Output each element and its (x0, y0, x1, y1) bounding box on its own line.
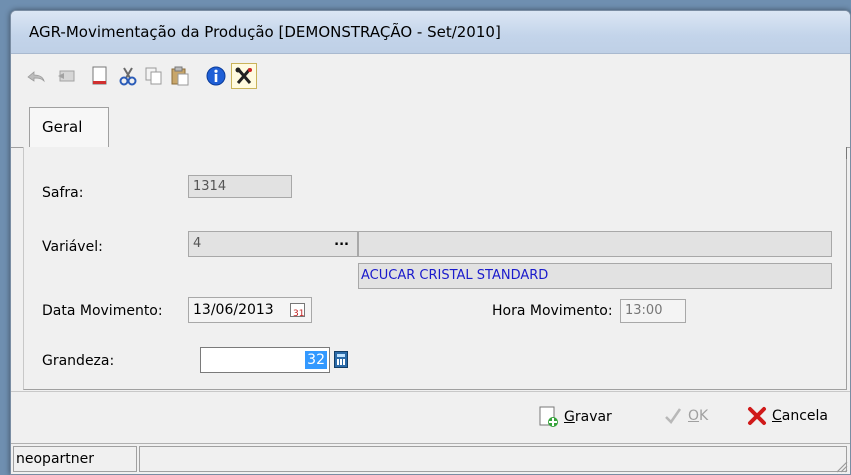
ok-button[interactable]: OK (663, 406, 708, 426)
grandeza-label: Grandeza: (42, 353, 115, 369)
toolbar (11, 55, 850, 99)
variavel-label: Variável: (42, 239, 103, 255)
grandeza-value: 32 (305, 351, 327, 369)
status-user-cell: neopartner (13, 446, 137, 472)
tab-geral[interactable]: Geral (29, 107, 109, 148)
variavel-lookup-button[interactable]: ... (334, 230, 349, 254)
safra-field[interactable]: 1314 (188, 175, 292, 198)
calculator-icon[interactable] (334, 351, 348, 368)
app-window: AGR-Movimentação da Produção [DEMONSTRAÇ… (10, 10, 851, 475)
form-panel: Safra: 1314 Variável: 4 ... ACUCAR CRIST… (23, 147, 847, 390)
variavel-value: 4 (193, 236, 202, 251)
cancela-button[interactable]: Cancela (747, 406, 828, 426)
status-message-cell (139, 446, 847, 472)
cancela-mnemonic: C (772, 408, 782, 424)
ok-label: K (699, 408, 709, 424)
hora-movimento-field[interactable]: 13:00 (620, 299, 686, 323)
variavel-description-top (358, 231, 832, 257)
tab-strip: Geral (11, 107, 850, 148)
new-document-icon[interactable] (89, 65, 111, 87)
tab-geral-label: Geral (42, 118, 83, 136)
cut-icon[interactable] (117, 65, 139, 87)
panel-edge (846, 147, 847, 159)
data-movimento-field[interactable]: 13/06/2013 31 (188, 297, 312, 323)
ok-mnemonic: O (688, 408, 700, 424)
grandeza-field[interactable]: 32 (200, 347, 330, 373)
cancel-x-icon (748, 407, 766, 425)
variavel-field[interactable]: 4 ... (188, 231, 358, 257)
hora-movimento-label: Hora Movimento: (492, 303, 613, 319)
gravar-label: ravar (574, 409, 612, 425)
calendar-icon[interactable]: 31 (290, 303, 305, 319)
status-bar: neopartner (11, 443, 850, 474)
button-bar: Gravar OK Cancela (11, 391, 850, 440)
window-title: AGR-Movimentação da Produção [DEMONSTRAÇ… (29, 23, 501, 41)
variavel-description: ACUCAR CRISTAL STANDARD (358, 263, 832, 289)
cancela-label: ancela (781, 408, 829, 424)
paste-icon[interactable] (169, 65, 191, 87)
save-icon (539, 406, 558, 427)
gravar-button[interactable]: Gravar (539, 406, 612, 428)
data-movimento-label: Data Movimento: (42, 303, 163, 319)
redo-icon[interactable] (55, 65, 77, 87)
check-icon (665, 408, 682, 424)
tools-icon[interactable] (231, 63, 257, 89)
data-movimento-value: 13/06/2013 (193, 302, 274, 318)
copy-icon[interactable] (143, 65, 165, 87)
title-bar[interactable]: AGR-Movimentação da Produção [DEMONSTRAÇ… (11, 11, 850, 54)
safra-label: Safra: (42, 185, 84, 201)
resize-grip-icon[interactable] (834, 459, 848, 473)
info-icon[interactable] (205, 65, 227, 87)
status-user: neopartner (16, 451, 95, 467)
gravar-mnemonic: G (564, 409, 575, 425)
undo-icon[interactable] (25, 65, 47, 87)
